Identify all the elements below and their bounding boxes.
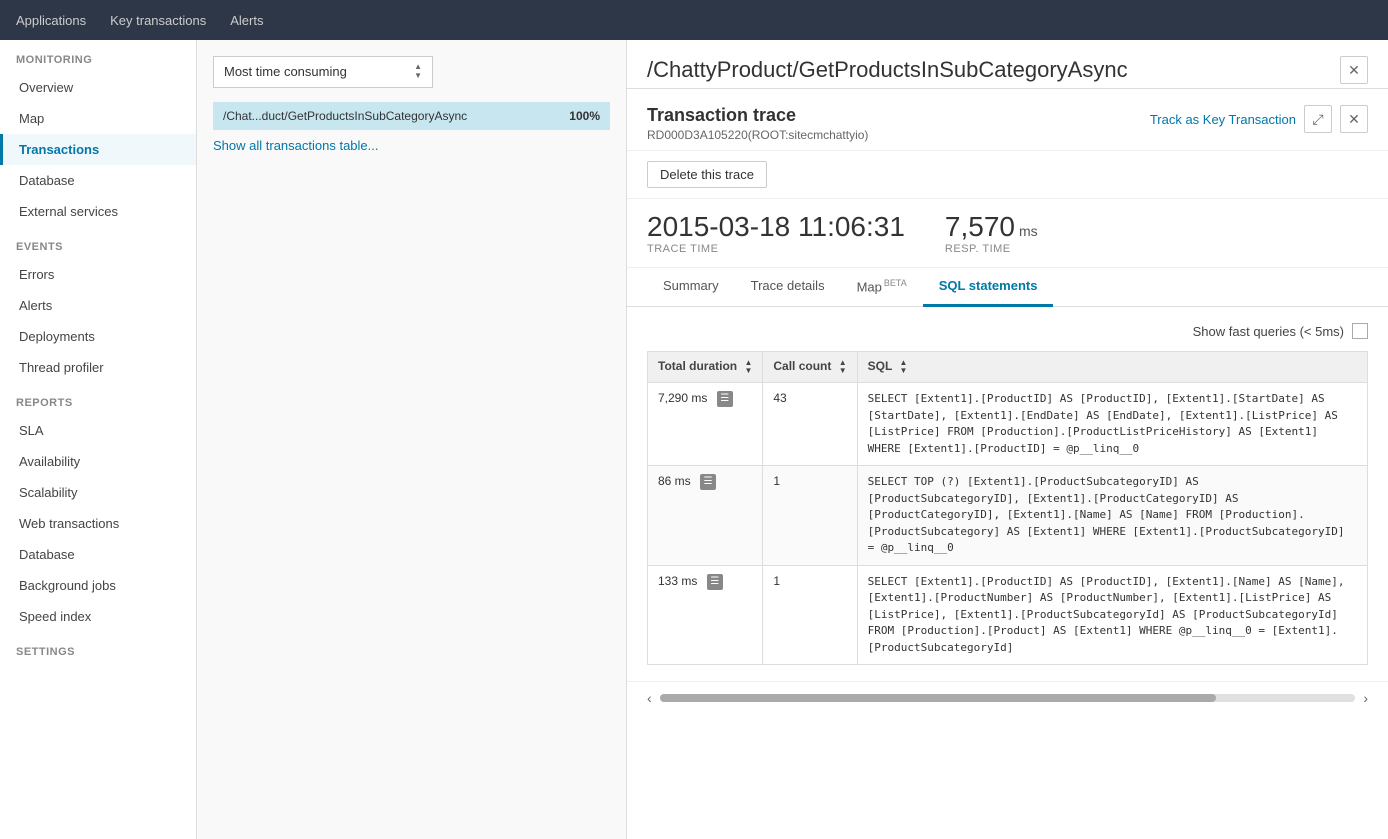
sidebar-item-transactions[interactable]: Transactions	[0, 134, 196, 165]
filter-label: Show fast queries (< 5ms)	[1193, 324, 1344, 339]
sidebar-item-web-transactions[interactable]: Web transactions	[0, 508, 196, 539]
sidebar-item-background-jobs[interactable]: Background jobs	[0, 570, 196, 601]
sql-code-text: SELECT TOP (?) [Extent1].[ProductSubcate…	[868, 475, 1351, 554]
cell-sql: SELECT [Extent1].[ProductID] AS [Product…	[857, 565, 1367, 665]
tab-sql-statements[interactable]: SQL statements	[923, 268, 1054, 307]
cell-call-count: 43	[763, 383, 857, 466]
trace-card-title: Transaction trace	[647, 105, 868, 126]
right-panel: /ChattyProduct/GetProductsInSubCategoryA…	[627, 40, 1388, 839]
delete-trace-button[interactable]: Delete this trace	[647, 161, 767, 188]
transaction-bar-pct: 100%	[569, 109, 600, 123]
top-nav: Applications Key transactions Alerts	[0, 0, 1388, 40]
page-title: /ChattyProduct/GetProductsInSubCategoryA…	[647, 57, 1128, 83]
sidebar-item-alerts[interactable]: Alerts	[0, 290, 196, 321]
sql-section: Show fast queries (< 5ms) Total duration…	[627, 307, 1388, 681]
transaction-bar-name: /Chat...duct/GetProductsInSubCategoryAsy…	[223, 109, 467, 123]
scroll-thumb	[660, 694, 1217, 702]
close-trace-icon[interactable]: ✕	[1340, 105, 1368, 133]
nav-applications[interactable]: Applications	[16, 9, 86, 32]
sidebar-item-map[interactable]: Map	[0, 103, 196, 134]
trace-card-actions: Track as Key Transaction ⤢ ✕	[1150, 105, 1368, 133]
sql-code-text: SELECT [Extent1].[ProductID] AS [Product…	[868, 575, 1351, 654]
sidebar-item-database[interactable]: Database	[0, 165, 196, 196]
table-row: 133 ms ☰1SELECT [Extent1].[ProductID] AS…	[648, 565, 1368, 665]
bottom-scrollbar: ‹ ›	[627, 681, 1388, 714]
nav-key-transactions[interactable]: Key transactions	[110, 9, 206, 32]
tab-map[interactable]: MapBETA	[841, 268, 923, 307]
sort-arrows-call-count: ▲▼	[839, 359, 847, 375]
sidebar-item-overview[interactable]: Overview	[0, 72, 196, 103]
sidebar-section-reports: REPORTS	[0, 383, 196, 415]
resp-time-label: RESP. TIME	[945, 243, 1038, 255]
trace-tabs: Summary Trace details MapBETA SQL statem…	[627, 268, 1388, 307]
resp-time-unit: ms	[1019, 223, 1038, 239]
cell-call-count: 1	[763, 466, 857, 566]
sql-doc-icon[interactable]: ☰	[707, 574, 723, 590]
track-key-transaction-link[interactable]: Track as Key Transaction	[1150, 112, 1296, 127]
show-fast-queries-checkbox[interactable]	[1352, 323, 1368, 339]
sidebar-item-availability[interactable]: Availability	[0, 446, 196, 477]
col-call-count[interactable]: Call count ▲▼	[763, 352, 857, 383]
transaction-bar-item[interactable]: /Chat...duct/GetProductsInSubCategoryAsy…	[213, 102, 610, 130]
scroll-right-icon[interactable]: ›	[1363, 690, 1368, 706]
nav-alerts[interactable]: Alerts	[230, 9, 263, 32]
dropdown-arrows-icon: ▲ ▼	[414, 63, 422, 81]
dropdown-selected-value: Most time consuming	[224, 64, 347, 79]
scroll-track[interactable]	[660, 694, 1356, 702]
sidebar-item-speed-index[interactable]: Speed index	[0, 601, 196, 632]
sidebar-item-deployments[interactable]: Deployments	[0, 321, 196, 352]
cell-duration: 133 ms ☰	[648, 565, 763, 665]
trace-time-metric: 2015-03-18 11:06:31 TRACE TIME	[647, 211, 905, 255]
cell-sql: SELECT [Extent1].[ProductID] AS [Product…	[857, 383, 1367, 466]
sidebar-item-errors[interactable]: Errors	[0, 259, 196, 290]
tab-summary[interactable]: Summary	[647, 268, 735, 307]
sql-doc-icon[interactable]: ☰	[700, 474, 716, 490]
sidebar-item-database-report[interactable]: Database	[0, 539, 196, 570]
trace-card: Transaction trace RD000D3A105220(ROOT:si…	[627, 89, 1388, 714]
detail-header: /ChattyProduct/GetProductsInSubCategoryA…	[627, 40, 1388, 89]
cell-duration: 86 ms ☰	[648, 466, 763, 566]
sort-arrows-sql: ▲▼	[899, 359, 907, 375]
sort-arrows-duration: ▲▼	[744, 359, 752, 375]
expand-icon[interactable]: ⤢	[1304, 105, 1332, 133]
main-content: Most time consuming ▲ ▼ /Chat...duct/Get…	[197, 40, 1388, 839]
sidebar: MONITORING Overview Map Transactions Dat…	[0, 40, 197, 839]
trace-time-value: 2015-03-18 11:06:31	[647, 211, 905, 243]
filter-row: Show fast queries (< 5ms)	[647, 323, 1368, 339]
trace-time-label: TRACE TIME	[647, 243, 905, 255]
sql-table: Total duration ▲▼ Call count ▲▼ SQL ▲▼	[647, 351, 1368, 665]
table-row: 7,290 ms ☰43SELECT [Extent1].[ProductID]…	[648, 383, 1368, 466]
sidebar-section-monitoring: MONITORING	[0, 40, 196, 72]
sidebar-item-scalability[interactable]: Scalability	[0, 477, 196, 508]
cell-call-count: 1	[763, 565, 857, 665]
scroll-left-icon[interactable]: ‹	[647, 690, 652, 706]
resp-time-value: 7,570 ms	[945, 211, 1038, 243]
col-total-duration[interactable]: Total duration ▲▼	[648, 352, 763, 383]
trace-metrics: 2015-03-18 11:06:31 TRACE TIME 7,570 ms …	[627, 199, 1388, 268]
close-icon[interactable]: ✕	[1340, 56, 1368, 84]
table-row: 86 ms ☰1SELECT TOP (?) [Extent1].[Produc…	[648, 466, 1368, 566]
sql-doc-icon[interactable]: ☰	[717, 391, 733, 407]
trace-card-subtitle: RD000D3A105220(ROOT:sitecmchattyio)	[647, 128, 868, 142]
sql-code-text: SELECT [Extent1].[ProductID] AS [Product…	[868, 392, 1345, 455]
sidebar-item-thread-profiler[interactable]: Thread profiler	[0, 352, 196, 383]
col-sql[interactable]: SQL ▲▼	[857, 352, 1367, 383]
sidebar-item-sla[interactable]: SLA	[0, 415, 196, 446]
resp-time-metric: 7,570 ms RESP. TIME	[945, 211, 1038, 255]
cell-duration: 7,290 ms ☰	[648, 383, 763, 466]
beta-badge: BETA	[884, 278, 907, 288]
time-consuming-dropdown[interactable]: Most time consuming ▲ ▼	[213, 56, 433, 88]
tab-trace-details[interactable]: Trace details	[735, 268, 841, 307]
sidebar-section-events: EVENTS	[0, 227, 196, 259]
show-all-link[interactable]: Show all transactions table...	[213, 138, 378, 153]
sidebar-item-external-services[interactable]: External services	[0, 196, 196, 227]
trace-card-header: Transaction trace RD000D3A105220(ROOT:si…	[627, 89, 1388, 151]
detail-header-icons: ✕	[1340, 56, 1368, 84]
cell-sql: SELECT TOP (?) [Extent1].[ProductSubcate…	[857, 466, 1367, 566]
sidebar-section-settings: SETTINGS	[0, 632, 196, 664]
left-panel: Most time consuming ▲ ▼ /Chat...duct/Get…	[197, 40, 627, 839]
